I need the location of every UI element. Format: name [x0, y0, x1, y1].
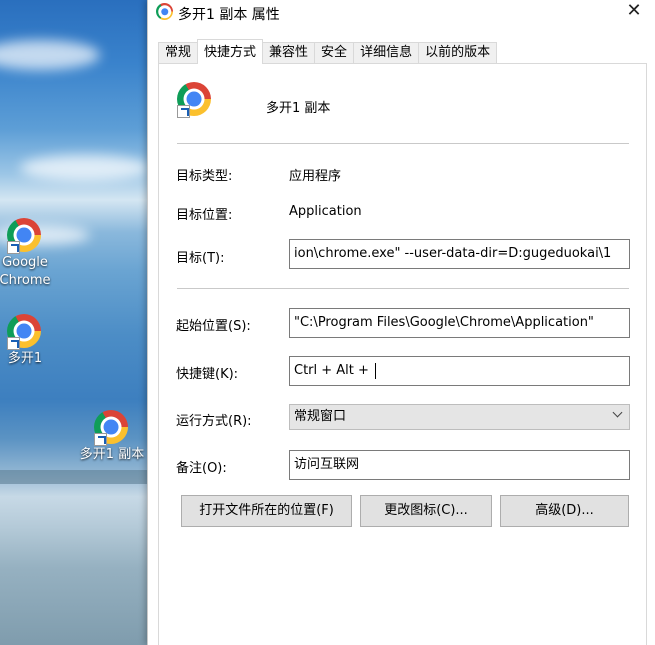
hotkey-label: 快捷键(K): [176, 367, 239, 382]
advanced-button[interactable]: 高级(D)... [500, 495, 629, 527]
shortcut-arrow-icon [94, 433, 107, 446]
window-title: 多开1 副本 属性 [178, 7, 280, 23]
shoreline [0, 470, 150, 484]
desktop-icon-label: 多开1 副本 [79, 447, 145, 462]
tab-shortcut[interactable]: 快捷方式 [197, 39, 264, 64]
target-location-label: 目标位置: [176, 208, 233, 223]
properties-dialog: 多开1 副本 属性 ✕ 常规 快捷方式 兼容性 安全 详细信息 以前的版本 多开… [147, 0, 655, 645]
shortcut-tab-panel: 多开1 副本 目标类型: 应用程序 目标位置: Application 目标(T… [158, 63, 647, 645]
tab-general[interactable]: 常规 [158, 42, 199, 64]
shortcut-name: 多开1 副本 [266, 101, 331, 116]
change-icon-button[interactable]: 更改图标(C)... [360, 495, 492, 527]
run-select-value: 常规窗口 [294, 409, 347, 424]
tab-security[interactable]: 安全 [314, 42, 355, 64]
target-type-value: 应用程序 [289, 169, 342, 184]
open-file-location-button[interactable]: 打开文件所在的位置(F) [181, 495, 352, 527]
shortcut-arrow-icon [177, 105, 190, 118]
close-icon: ✕ [626, 0, 642, 21]
desktop-icon-label: 多开1 [7, 351, 43, 366]
desktop-icon-google-chrome[interactable]: Google Chrome [0, 218, 60, 290]
divider [177, 143, 629, 144]
target-label: 目标(T): [176, 251, 225, 266]
hotkey-value: Ctrl + Alt + [294, 363, 374, 378]
desktop-icon-label: Chrome [0, 273, 51, 288]
desktop-icon-label: Google [2, 255, 48, 270]
desktop-icon-duokai1-copy[interactable]: 多开1 副本 [77, 410, 147, 464]
cloud [0, 40, 100, 70]
chevron-down-icon [612, 407, 623, 418]
target-field[interactable]: ion\chrome.exe" --user-data-dir=D:gugedu… [289, 239, 630, 269]
comment-label: 备注(O): [176, 461, 227, 476]
target-type-label: 目标类型: [176, 169, 233, 184]
text-caret [375, 362, 377, 379]
target-location-value: Application [289, 204, 362, 219]
tab-compatibility[interactable]: 兼容性 [262, 42, 316, 64]
tab-details[interactable]: 详细信息 [353, 42, 420, 64]
desktop-icon-duokai1[interactable]: 多开1 [0, 314, 60, 368]
close-button[interactable]: ✕ [620, 0, 648, 24]
divider [177, 288, 629, 289]
hotkey-field[interactable]: Ctrl + Alt + [289, 356, 630, 386]
chrome-icon [7, 218, 43, 254]
run-label: 运行方式(R): [176, 414, 252, 429]
comment-field[interactable]: 访问互联网 [289, 450, 630, 480]
shortcut-arrow-icon [7, 337, 20, 350]
shortcut-arrow-icon [7, 241, 20, 254]
chrome-icon [177, 82, 213, 118]
cloud [20, 155, 150, 181]
run-select[interactable]: 常规窗口 [289, 404, 630, 430]
title-bar[interactable]: 多开1 副本 属性 ✕ [148, 0, 655, 26]
chrome-icon [94, 410, 130, 446]
chrome-icon [7, 314, 43, 350]
start-in-label: 起始位置(S): [176, 319, 251, 334]
desktop-background: Google Chrome 多开1 多开1 副本 [0, 0, 150, 645]
start-in-field[interactable]: "C:\Program Files\Google\Chrome\Applicat… [289, 308, 630, 338]
chrome-icon [156, 3, 173, 20]
tab-bar: 常规 快捷方式 兼容性 安全 详细信息 以前的版本 [158, 39, 498, 64]
tab-previous-versions[interactable]: 以前的版本 [418, 42, 498, 64]
